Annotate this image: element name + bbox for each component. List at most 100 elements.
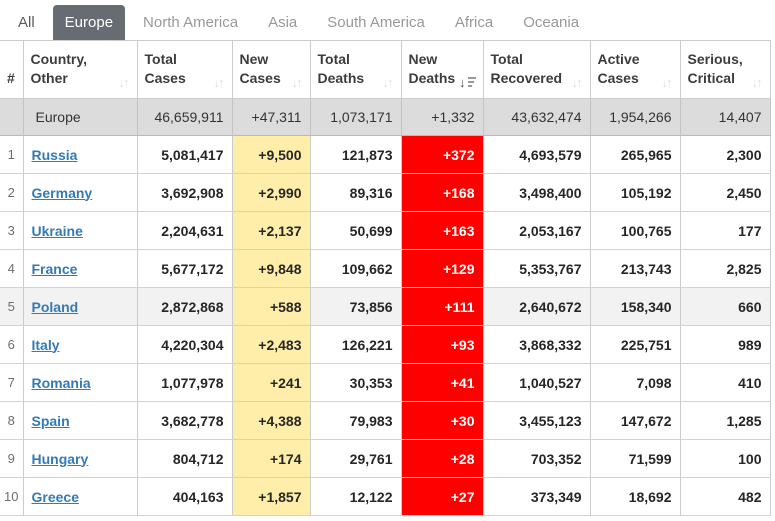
summary-rank-cell xyxy=(0,99,23,136)
column-header-label: Total Cases xyxy=(145,50,186,89)
continent-tab[interactable]: Asia xyxy=(256,5,309,40)
total-cases-cell: 804,712 xyxy=(137,440,232,478)
country-link[interactable]: Poland xyxy=(32,299,79,315)
covid-table-page: AllEuropeNorth AmericaAsiaSouth AmericaA… xyxy=(0,0,775,521)
column-header[interactable]: New Deaths ↓↑ ↓ xyxy=(401,41,483,99)
country-link[interactable]: Italy xyxy=(32,337,60,353)
column-header[interactable]: New Cases ↓↑ ↓ xyxy=(232,41,310,99)
column-header[interactable]: Total Cases ↓↑ ↓ xyxy=(137,41,232,99)
sort-both-icon: ↓↑ xyxy=(119,76,130,89)
serious-critical-cell: 989 xyxy=(680,326,770,364)
column-header-label: # xyxy=(7,69,15,89)
new-cases-cell: +2,137 xyxy=(232,212,310,250)
serious-critical-cell: 177 xyxy=(680,212,770,250)
sort-both-icon: ↓↑ xyxy=(383,76,394,89)
continent-tab[interactable]: Oceania xyxy=(511,5,591,40)
column-header[interactable]: Total Recovered ↓↑ ↓ xyxy=(483,41,590,99)
active-cases-cell: 18,692 xyxy=(590,478,680,516)
column-header[interactable]: Serious, Critical ↓↑ ↓ xyxy=(680,41,770,99)
sort-both-icon: ↓↑ xyxy=(214,76,225,89)
active-cases-cell: 225,751 xyxy=(590,326,680,364)
total-deaths-cell: 12,122 xyxy=(310,478,401,516)
serious-critical-cell: 482 xyxy=(680,478,770,516)
country-row: 8 Spain 3,682,778 +4,388 79,983 +30 3,45… xyxy=(0,402,770,440)
total-recovered-cell: 2,053,167 xyxy=(483,212,590,250)
rank-cell: 6 xyxy=(0,326,23,364)
total-recovered-cell: 1,040,527 xyxy=(483,364,590,402)
summary-total-recovered: 43,632,474 xyxy=(483,99,590,136)
serious-critical-cell: 410 xyxy=(680,364,770,402)
total-recovered-cell: 4,693,579 xyxy=(483,136,590,174)
sort-both-icon: ↓↑ xyxy=(572,76,583,89)
serious-critical-cell: 660 xyxy=(680,288,770,326)
total-cases-cell: 4,220,304 xyxy=(137,326,232,364)
column-header-label: Active Cases xyxy=(598,50,640,89)
continent-tab[interactable]: Africa xyxy=(443,5,505,40)
total-cases-cell: 5,081,417 xyxy=(137,136,232,174)
new-cases-cell: +4,388 xyxy=(232,402,310,440)
country-link[interactable]: Romania xyxy=(32,375,91,391)
column-header[interactable]: Total Deaths ↓↑ ↓ xyxy=(310,41,401,99)
country-row: 2 Germany 3,692,908 +2,990 89,316 +168 3… xyxy=(0,174,770,212)
column-header[interactable]: Country, Other ↓↑ ↓ xyxy=(23,41,137,99)
country-cell: Romania xyxy=(23,364,137,402)
continent-tab[interactable]: Europe xyxy=(53,5,125,40)
active-cases-cell: 7,098 xyxy=(590,364,680,402)
new-deaths-cell: +30 xyxy=(401,402,483,440)
continent-tab[interactable]: North America xyxy=(131,5,250,40)
total-deaths-cell: 79,983 xyxy=(310,402,401,440)
column-header-label: Total Deaths xyxy=(318,50,365,89)
continent-tab[interactable]: All xyxy=(6,5,47,40)
new-deaths-cell: +41 xyxy=(401,364,483,402)
active-cases-cell: 213,743 xyxy=(590,250,680,288)
new-deaths-cell: +28 xyxy=(401,440,483,478)
sort-desc-icon: ↓ xyxy=(459,76,476,89)
new-cases-cell: +588 xyxy=(232,288,310,326)
covid-stats-table: # ↓↑ ↓ Country, Other ↓↑ ↓ xyxy=(0,40,771,516)
sort-both-icon: ↓↑ xyxy=(662,76,673,89)
continent-summary-row: Europe 46,659,911 +47,311 1,073,171 +1,3… xyxy=(0,99,770,136)
active-cases-cell: 158,340 xyxy=(590,288,680,326)
new-deaths-cell: +372 xyxy=(401,136,483,174)
country-link[interactable]: Spain xyxy=(32,413,70,429)
country-link[interactable]: Russia xyxy=(32,147,78,163)
serious-critical-cell: 2,825 xyxy=(680,250,770,288)
summary-new-cases: +47,311 xyxy=(232,99,310,136)
column-header[interactable]: # ↓↑ ↓ xyxy=(0,41,23,99)
column-header-label: New Cases xyxy=(240,50,281,89)
country-link[interactable]: Hungary xyxy=(32,451,89,467)
sort-both-icon: ↓↑ xyxy=(292,76,303,89)
summary-total-cases: 46,659,911 xyxy=(137,99,232,136)
continent-tabbar: AllEuropeNorth AmericaAsiaSouth AmericaA… xyxy=(0,0,775,40)
total-deaths-cell: 121,873 xyxy=(310,136,401,174)
total-cases-cell: 3,682,778 xyxy=(137,402,232,440)
total-cases-cell: 404,163 xyxy=(137,478,232,516)
rank-cell: 1 xyxy=(0,136,23,174)
total-recovered-cell: 373,349 xyxy=(483,478,590,516)
country-link[interactable]: Greece xyxy=(32,489,79,505)
total-cases-cell: 3,692,908 xyxy=(137,174,232,212)
new-cases-cell: +9,500 xyxy=(232,136,310,174)
country-link[interactable]: Ukraine xyxy=(32,223,83,239)
country-link[interactable]: Germany xyxy=(32,185,93,201)
active-cases-cell: 105,192 xyxy=(590,174,680,212)
total-recovered-cell: 3,455,123 xyxy=(483,402,590,440)
new-cases-cell: +9,848 xyxy=(232,250,310,288)
column-header[interactable]: Active Cases ↓↑ ↓ xyxy=(590,41,680,99)
continent-tab[interactable]: South America xyxy=(315,5,437,40)
country-row: 4 France 5,677,172 +9,848 109,662 +129 5… xyxy=(0,250,770,288)
new-cases-cell: +241 xyxy=(232,364,310,402)
new-cases-cell: +2,990 xyxy=(232,174,310,212)
country-cell: Greece xyxy=(23,478,137,516)
total-cases-cell: 2,872,868 xyxy=(137,288,232,326)
new-deaths-cell: +163 xyxy=(401,212,483,250)
country-cell: Germany xyxy=(23,174,137,212)
country-cell: Italy xyxy=(23,326,137,364)
column-header-label: Total Recovered xyxy=(491,50,563,89)
total-recovered-cell: 5,353,767 xyxy=(483,250,590,288)
country-link[interactable]: France xyxy=(32,261,78,277)
country-cell: Hungary xyxy=(23,440,137,478)
summary-active-cases: 1,954,266 xyxy=(590,99,680,136)
summary-new-deaths: +1,332 xyxy=(401,99,483,136)
rank-cell: 3 xyxy=(0,212,23,250)
